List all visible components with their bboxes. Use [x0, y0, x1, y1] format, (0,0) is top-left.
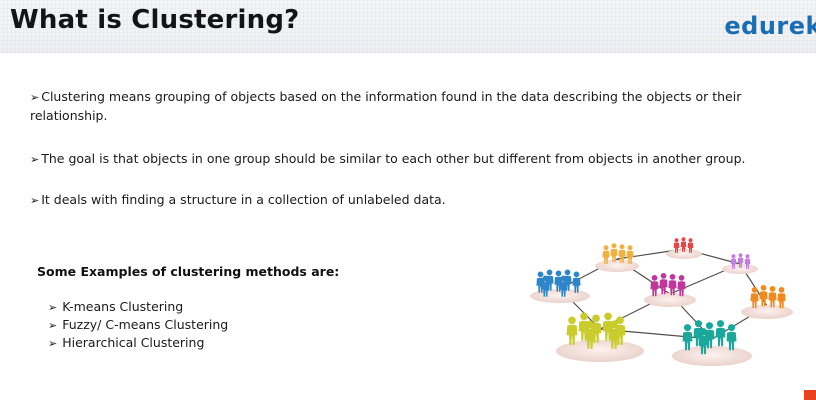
bullet-item: ➢ The goal is that objects in one group s… [30, 150, 810, 169]
bullet-text: Clustering means grouping of objects bas… [30, 89, 742, 123]
example-text: Fuzzy/ C-means Clustering [62, 317, 229, 332]
example-text: Hierarchical Clustering [62, 335, 205, 350]
people-network-icon [530, 237, 793, 366]
bullet-item: ➢ It deals with finding a structure in a … [30, 191, 630, 210]
example-item: ➢ Fuzzy/ C-means Clustering [48, 316, 228, 334]
arrow-bullet-icon: ➢ [30, 194, 40, 207]
example-text: K-means Clustering [62, 299, 184, 314]
examples-heading: Some Examples of clustering methods are: [37, 264, 340, 279]
arrow-bullet-icon: ➢ [30, 153, 40, 166]
bullet-text: It deals with finding a structure in a c… [41, 192, 446, 207]
arrow-bullet-icon: ➢ [30, 91, 40, 104]
example-item: ➢ Hierarchical Clustering [48, 334, 228, 352]
examples-list: ➢ K-means Clustering ➢ Fuzzy/ C-means Clus… [48, 298, 228, 352]
title-bar: What is Clustering? edurek [0, 0, 816, 53]
example-item: ➢ K-means Clustering [48, 298, 228, 316]
bullet-item: ➢ Clustering means grouping of objects ba… [30, 88, 790, 125]
arrow-bullet-icon: ➢ [48, 337, 58, 350]
arrow-bullet-icon: ➢ [48, 319, 58, 332]
cluster-orange [750, 284, 786, 309]
brand-logo: edurek [724, 12, 816, 40]
corner-mark [804, 390, 816, 400]
arrow-bullet-icon: ➢ [48, 301, 58, 314]
page-title: What is Clustering? [10, 5, 300, 35]
bullet-text: The goal is that objects in one group sh… [41, 151, 746, 166]
